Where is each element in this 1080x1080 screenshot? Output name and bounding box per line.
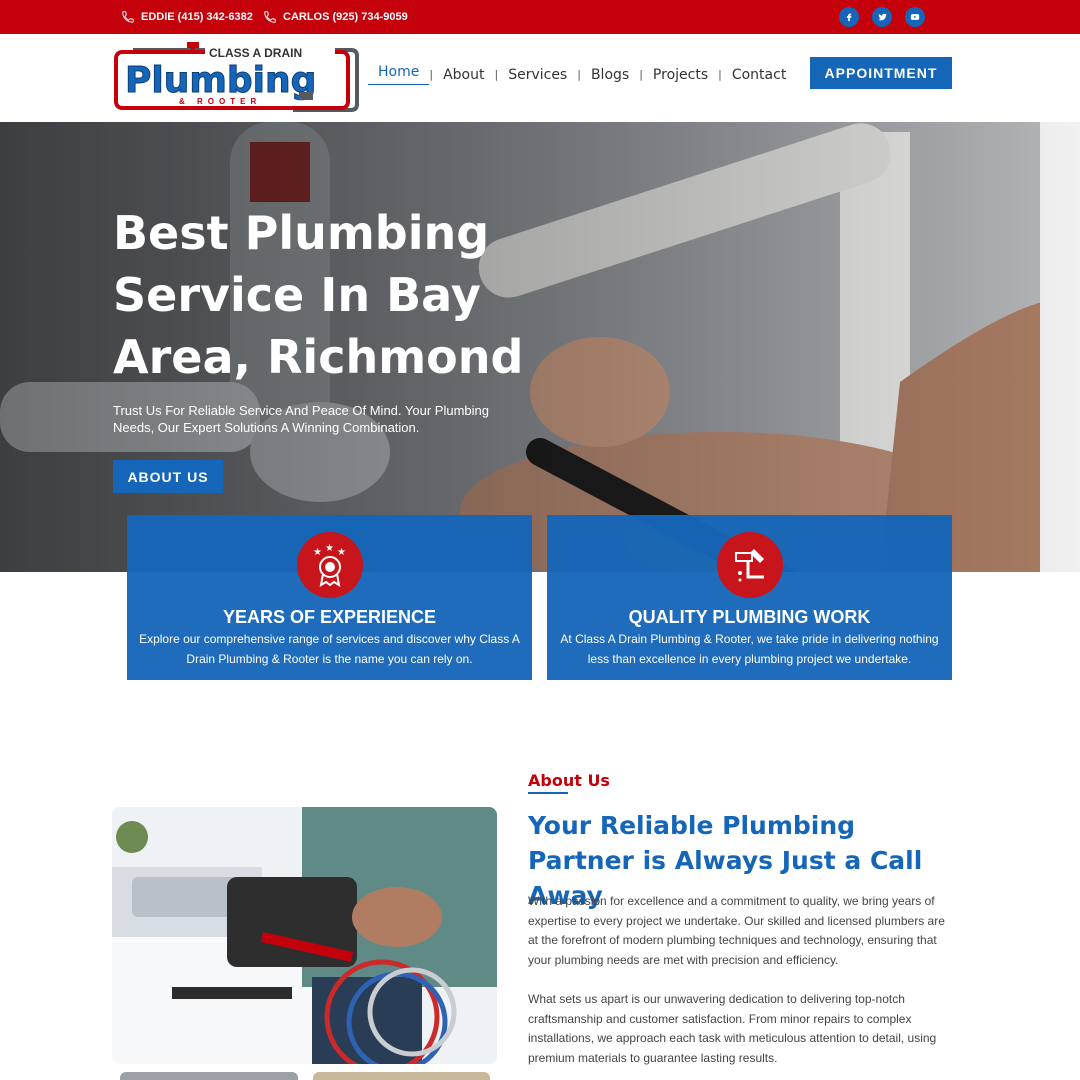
- gallery-thumbnail[interactable]: [313, 1072, 490, 1080]
- nav-blogs[interactable]: Blogs: [581, 67, 639, 83]
- logo-line1: CLASS A DRAIN: [209, 46, 302, 60]
- appointment-button[interactable]: APPOINTMENT: [810, 57, 952, 89]
- feature-card-quality: QUALITY PLUMBING WORK At Class A Drain P…: [547, 515, 952, 680]
- feature-card-experience: ★ ★ ★ YEARS OF EXPERIENCE Explore our co…: [127, 515, 532, 680]
- phone-eddie[interactable]: EDDIE (415) 342-6382: [121, 10, 253, 24]
- twitter-icon[interactable]: [872, 7, 892, 27]
- pipe-wrench-icon: [717, 532, 783, 598]
- phone-icon: [122, 11, 134, 23]
- feature-text: At Class A Drain Plumbing & Rooter, we t…: [560, 632, 939, 666]
- hero-section: Best Plumbing Service In Bay Area, Richm…: [0, 122, 1080, 572]
- site-header: CLASS A DRAIN Plumbing & ROOTER Home | A…: [0, 34, 1080, 122]
- about-plumber-photo: [112, 807, 497, 1064]
- nav-about[interactable]: About: [433, 67, 494, 83]
- about-paragraph-2: What sets us apart is our unwavering ded…: [528, 992, 937, 1065]
- nav-services[interactable]: Services: [498, 67, 577, 83]
- nav-home[interactable]: Home: [368, 64, 430, 85]
- feature-text: Explore our comprehensive range of servi…: [139, 632, 520, 666]
- about-us-button[interactable]: ABOUT US: [113, 460, 223, 493]
- about-label-underline: [528, 792, 568, 794]
- nav-contact[interactable]: Contact: [722, 67, 796, 83]
- main-nav: Home | About | Services | Blogs | Projec…: [368, 64, 796, 85]
- phone-eddie-text: EDDIE (415) 342-6382: [141, 11, 253, 23]
- nav-projects[interactable]: Projects: [643, 67, 718, 83]
- award-badge-icon: ★ ★ ★: [297, 532, 363, 598]
- hero-subtitle: Trust Us For Reliable Service And Peace …: [113, 403, 489, 435]
- feature-title: QUALITY PLUMBING WORK: [628, 607, 871, 627]
- hero-title: Best Plumbing Service In Bay Area, Richm…: [113, 206, 524, 384]
- logo-line3: & ROOTER: [179, 97, 261, 106]
- logo-line2: Plumbing: [125, 60, 316, 101]
- about-section-label: About Us: [528, 771, 610, 790]
- facebook-icon[interactable]: [839, 7, 859, 27]
- feature-title: YEARS OF EXPERIENCE: [222, 607, 437, 627]
- youtube-icon[interactable]: [905, 7, 925, 27]
- svg-text:★: ★: [325, 543, 334, 554]
- phone-carlos-text: CARLOS (925) 734-9059: [283, 11, 408, 23]
- gallery-thumbnail[interactable]: [120, 1072, 298, 1080]
- svg-text:★: ★: [337, 547, 346, 558]
- about-paragraph-1: With a passion for excellence and a comm…: [528, 894, 945, 967]
- company-logo[interactable]: CLASS A DRAIN Plumbing & ROOTER: [113, 42, 359, 112]
- phone-carlos[interactable]: CARLOS (925) 734-9059: [263, 10, 408, 24]
- top-bar: EDDIE (415) 342-6382 CARLOS (925) 734-90…: [0, 0, 1080, 34]
- svg-text:★: ★: [313, 547, 322, 558]
- phone-icon: [264, 11, 276, 23]
